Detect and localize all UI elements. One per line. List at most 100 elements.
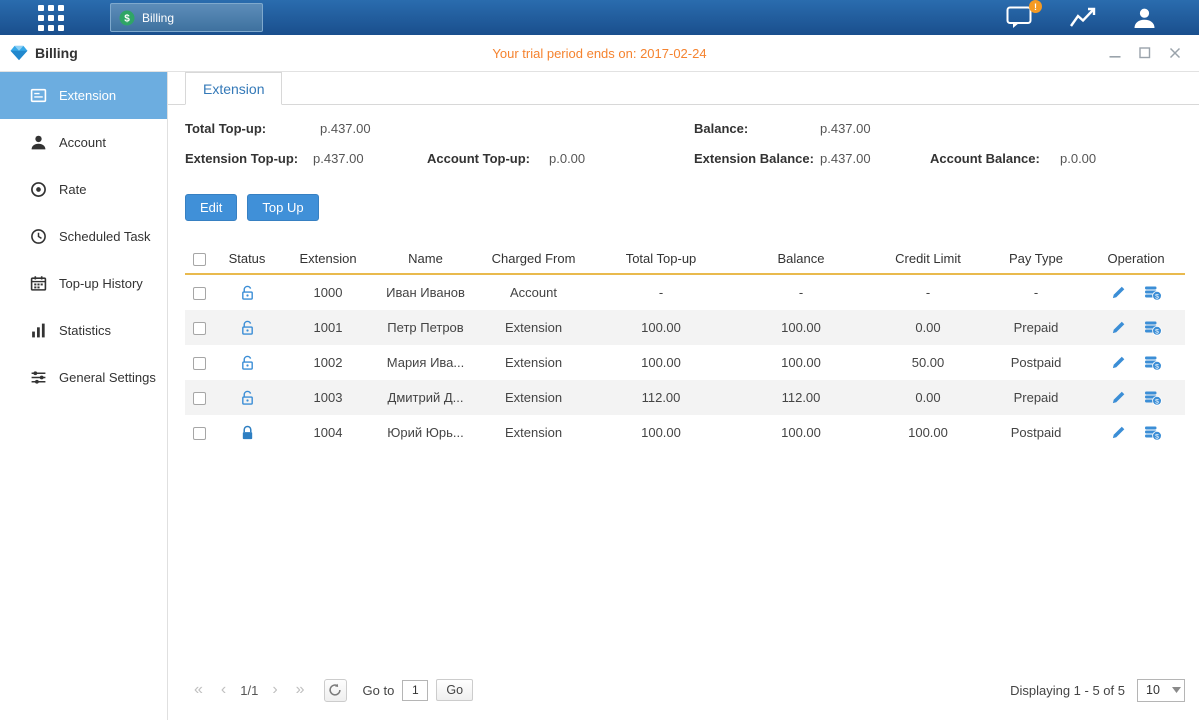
statistics-icon [30,322,47,339]
edit-icon[interactable] [1111,285,1126,300]
balance-cell: 100.00 [731,355,871,370]
name-cell: Иван Иванов [375,285,476,300]
svg-text:$: $ [124,13,130,24]
credit-limit-cell: 0.00 [871,390,985,405]
action-buttons: Edit Top Up [168,181,1199,221]
billing-dollar-icon: $ [119,10,135,26]
name-cell: Юрий Юрь... [375,425,476,440]
charged-from-cell: Extension [476,355,591,370]
row-checkbox[interactable] [193,357,206,370]
column-header-total-top-up[interactable]: Total Top-up [591,251,731,266]
pay-type-cell: Postpaid [985,425,1087,440]
minimize-button[interactable] [1107,45,1123,61]
resource-monitor-button[interactable] [1069,7,1096,29]
column-header-name[interactable]: Name [375,251,476,266]
topup-history-icon [30,275,47,292]
main-panel: Extension Total Top-up: p.437.00 Balance… [168,72,1199,720]
edit-icon[interactable] [1111,390,1126,405]
pay-type-cell: Prepaid [985,390,1087,405]
extension-balance-label: Extension Balance: [694,151,820,166]
sidebar-item-general-settings[interactable]: General Settings [0,354,167,401]
last-page-button[interactable]: » [287,681,314,699]
column-header-extension[interactable]: Extension [281,251,375,266]
topup-icon[interactable]: $ [1144,390,1162,406]
topup-icon[interactable]: $ [1144,285,1162,301]
goto-page-input[interactable] [402,680,428,701]
credit-limit-cell: 0.00 [871,320,985,335]
sidebar-item-account[interactable]: Account [0,119,167,166]
lock-open-icon [240,285,255,301]
charged-from-cell: Extension [476,390,591,405]
charged-from-cell: Account [476,285,591,300]
column-header-operation[interactable]: Operation [1087,251,1185,266]
balance-field: Balance: p.437.00 [694,121,871,136]
operation-cell: $ [1087,425,1185,441]
next-page-button[interactable]: › [263,681,286,699]
sidebar-item-extension[interactable]: Extension [0,72,167,119]
edit-icon[interactable] [1111,320,1126,335]
total-topup-cell: 112.00 [591,390,731,405]
pay-type-cell: - [985,285,1087,300]
notifications-button[interactable]: ! [1006,6,1033,29]
credit-limit-cell: - [871,285,985,300]
tabstrip: Extension [168,72,1199,105]
page-size-value: 10 [1138,683,1168,697]
operation-cell: $ [1087,355,1185,371]
caret-down-icon [1168,687,1184,693]
row-checkbox[interactable] [193,427,206,440]
select-all-checkbox[interactable] [193,253,206,266]
sidebar-item-scheduled-task[interactable]: Scheduled Task [0,213,167,260]
balance-cell: - [731,285,871,300]
app-launcher-grid-icon[interactable] [38,5,64,31]
taskbar-tab-billing[interactable]: $ Billing [110,3,263,32]
edit-icon[interactable] [1111,425,1126,440]
topup-icon[interactable]: $ [1144,320,1162,336]
svg-text:$: $ [1155,433,1159,440]
topup-icon[interactable]: $ [1144,355,1162,371]
extension-cell: 1004 [281,425,375,440]
svg-text:$: $ [1155,363,1159,370]
go-button[interactable]: Go [436,679,473,701]
close-button[interactable] [1167,45,1183,61]
page-indicator: 1/1 [240,683,258,698]
column-header-charged-from[interactable]: Charged From [476,251,591,266]
sidebar-item-rate[interactable]: Rate [0,166,167,213]
tab-extension[interactable]: Extension [185,72,282,105]
first-page-button[interactable]: « [185,681,212,699]
line-chart-icon [1069,7,1096,29]
page-size-select[interactable]: 10 [1137,679,1185,702]
total-topup-field: Total Top-up: p.437.00 [185,121,694,136]
row-checkbox[interactable] [193,322,206,335]
sidebar-item-label: Top-up History [59,276,143,291]
lock-closed-icon [240,425,255,441]
extension-cell: 1000 [281,285,375,300]
maximize-button[interactable] [1137,45,1153,61]
operation-cell: $ [1087,285,1185,301]
charged-from-cell: Extension [476,425,591,440]
balance-cell: 112.00 [731,390,871,405]
prev-page-button[interactable]: ‹ [212,681,235,699]
sidebar-item-top-up-history[interactable]: Top-up History [0,260,167,307]
row-checkbox[interactable] [193,392,206,405]
row-checkbox[interactable] [193,287,206,300]
window-title-text: Billing [35,45,78,61]
column-header-credit-limit[interactable]: Credit Limit [871,251,985,266]
svg-text:$: $ [1155,328,1159,335]
total-topup-cell: - [591,285,731,300]
column-header-pay-type[interactable]: Pay Type [985,251,1087,266]
user-menu-button[interactable] [1132,6,1157,30]
column-header-balance[interactable]: Balance [731,251,871,266]
total-topup-cell: 100.00 [591,425,731,440]
lock-open-icon [240,355,255,371]
edit-button[interactable]: Edit [185,194,237,221]
sidebar-item-label: Rate [59,182,86,197]
sidebar-item-statistics[interactable]: Statistics [0,307,167,354]
refresh-button[interactable] [324,679,347,702]
column-header-status[interactable]: Status [213,251,281,266]
edit-icon[interactable] [1111,355,1126,370]
svg-text:$: $ [1155,398,1159,405]
topup-icon[interactable]: $ [1144,425,1162,441]
table-body: 1000 Иван Иванов Account - - - - $ 1001 … [185,275,1185,450]
pay-type-cell: Prepaid [985,320,1087,335]
top-up-button[interactable]: Top Up [247,194,318,221]
